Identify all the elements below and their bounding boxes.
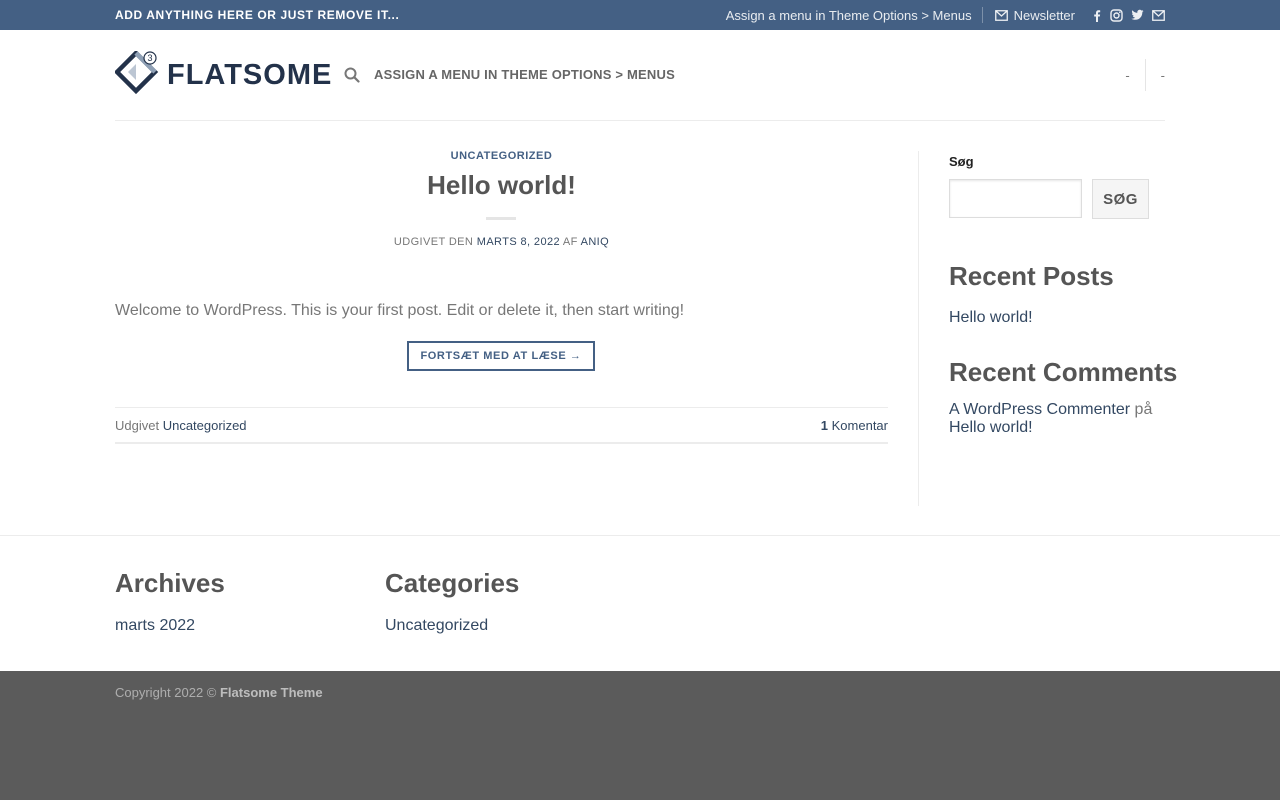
footer-bottom: Copyright 2022 © Flatsome Theme xyxy=(0,671,1280,800)
site-header: 3 FLATSOME ASSIGN A MENU IN THEME OPTION… xyxy=(113,30,1165,121)
post-excerpt: Welcome to WordPress. This is your first… xyxy=(115,302,685,319)
read-more-button[interactable]: FORTSÆT MED AT LÆSE → xyxy=(407,341,595,371)
recent-post-link[interactable]: Hello world! xyxy=(949,309,1033,327)
flatsome-logo-icon: 3 xyxy=(113,49,159,100)
recent-comment-item: A WordPress Commenter på Hello world! xyxy=(949,401,1165,437)
logo-text: FLATSOME xyxy=(167,58,333,91)
search-button[interactable]: SØG xyxy=(1092,179,1149,219)
sidebar-divider xyxy=(918,151,919,506)
top-bar-text: ADD ANYTHING HERE OR JUST REMOVE IT... xyxy=(115,8,400,22)
newsletter-link[interactable]: Newsletter xyxy=(994,7,1075,23)
site-logo[interactable]: 3 FLATSOME xyxy=(113,49,333,100)
post-category-label[interactable]: UNCATEGORIZED xyxy=(115,150,888,162)
top-bar-right: Assign a menu in Theme Options > Menus N… xyxy=(726,0,1165,30)
recent-posts-title: Recent Posts xyxy=(949,261,1114,291)
comment-on-text: på xyxy=(1134,401,1153,418)
header-account-link[interactable]: - xyxy=(1125,68,1129,83)
title-divider xyxy=(486,217,516,220)
search-label: Søg xyxy=(949,154,974,169)
post-date-link[interactable]: MARTS 8, 2022 xyxy=(477,236,560,248)
meta-prefix: UDGIVET DEN xyxy=(393,236,474,248)
header-right: - - xyxy=(1125,59,1165,91)
top-bar: ADD ANYTHING HERE OR JUST REMOVE IT... A… xyxy=(0,0,1280,30)
copyright-brand: Flatsome Theme xyxy=(219,685,323,700)
comments-link[interactable]: 1 Komentar xyxy=(821,418,888,433)
post-meta: UDGIVET DEN MARTS 8, 2022 AF ANIQ xyxy=(115,236,888,248)
search-input[interactable] xyxy=(949,179,1082,218)
comment-label: Komentar xyxy=(831,417,888,433)
post-footer-prefix: Udgivet xyxy=(115,417,160,433)
comment-count: 1 xyxy=(820,417,828,433)
copyright-prefix: Copyright 2022 © xyxy=(115,685,217,700)
categories-title: Categories xyxy=(385,568,520,598)
post-footer-category: Udgivet Uncategorized xyxy=(115,418,247,433)
post-title[interactable]: Hello world! xyxy=(115,166,888,204)
top-bar-divider xyxy=(981,7,983,23)
post-footer-category-link[interactable]: Uncategorized xyxy=(163,418,247,433)
comment-author-link[interactable]: A WordPress Commenter xyxy=(949,401,1130,418)
facebook-icon[interactable] xyxy=(1091,9,1102,22)
post-author-link[interactable]: ANIQ xyxy=(581,236,610,248)
archive-link[interactable]: marts 2022 xyxy=(115,617,195,635)
twitter-icon[interactable] xyxy=(1131,9,1144,21)
instagram-icon[interactable] xyxy=(1110,8,1123,22)
footer-widgets: Archives marts 2022 Categories Uncategor… xyxy=(0,535,1280,671)
category-link[interactable]: Uncategorized xyxy=(385,617,488,635)
newsletter-label: Newsletter xyxy=(1013,7,1075,23)
copyright: Copyright 2022 © Flatsome Theme xyxy=(115,685,323,700)
header-cart-link[interactable]: - xyxy=(1161,68,1165,83)
top-menu-link[interactable]: Assign a menu in Theme Options > Menus xyxy=(726,8,972,23)
social-icons xyxy=(1091,8,1165,22)
envelope-icon[interactable] xyxy=(1152,9,1165,21)
svg-text:3: 3 xyxy=(147,53,152,63)
main-nav-link[interactable]: ASSIGN A MENU IN THEME OPTIONS > MENUS xyxy=(374,67,675,83)
post-footer: Udgivet Uncategorized 1 Komentar xyxy=(115,407,888,444)
header-divider xyxy=(1144,59,1146,91)
comment-post-link[interactable]: Hello world! xyxy=(949,419,1033,436)
envelope-icon xyxy=(994,9,1008,21)
search-icon[interactable] xyxy=(344,67,360,88)
meta-by: AF xyxy=(562,236,578,248)
recent-comments-title: Recent Comments xyxy=(949,357,1178,387)
archives-title: Archives xyxy=(115,568,225,598)
